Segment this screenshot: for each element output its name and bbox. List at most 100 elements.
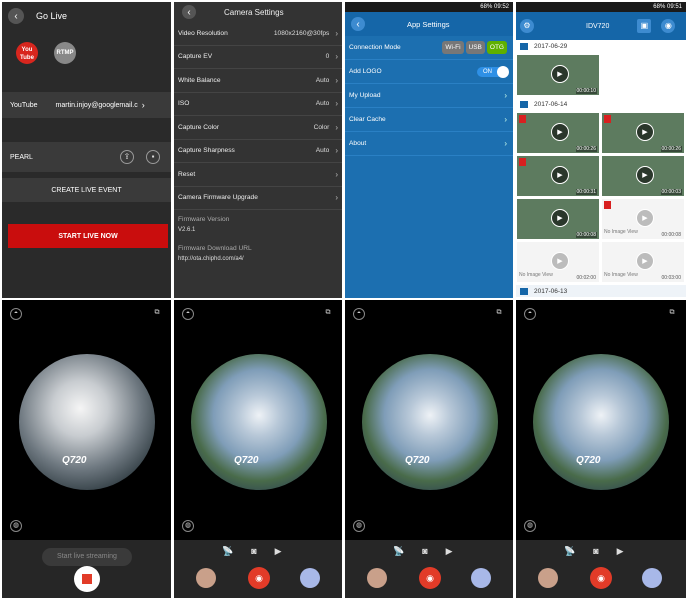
spherical-preview[interactable] [191, 354, 327, 490]
globe-icon[interactable]: ◍ [182, 520, 194, 532]
setting-row[interactable]: Capture EV 0 › [174, 46, 342, 69]
video-thumbnail[interactable]: ▶ 00:00:08 [516, 198, 600, 240]
share-icon[interactable]: ⇪ [120, 150, 134, 164]
shutter-button[interactable]: ◉ [248, 567, 270, 589]
my-upload-row[interactable]: My Upload › [345, 84, 513, 108]
video-thumbnail[interactable]: ▶ 00:00:10 [516, 54, 600, 96]
start-live-now-button[interactable]: START LIVE NOW [8, 224, 168, 248]
rtmp-icon[interactable]: RTMP [54, 42, 76, 64]
view-mode-icon[interactable]: ◓ [10, 308, 22, 320]
effects-button[interactable] [300, 568, 320, 588]
video-mode-icon[interactable]: ▶ [275, 546, 282, 557]
create-live-event-button[interactable]: CREATE LIVE EVENT [2, 178, 171, 202]
duration: 00:00:26 [660, 146, 682, 152]
video-thumbnail[interactable]: ▶ 00:00:03 [601, 155, 685, 197]
setting-value: 1080x2160@30fps [273, 29, 330, 37]
view-mode-icon[interactable]: ◓ [182, 308, 194, 320]
play-icon[interactable]: ▶ [636, 123, 654, 141]
setting-row[interactable]: White Balance Auto › [174, 69, 342, 93]
live-mode-icon[interactable]: 📡 [564, 546, 575, 557]
live-mode-icon[interactable]: 📡 [222, 546, 233, 557]
firmware-url[interactable]: http://ota.chiphd.com/a4/ [174, 254, 342, 268]
vr-icon[interactable]: ⧉ [322, 308, 334, 320]
video-thumbnail[interactable]: ▶ No Image View 00:02:00 [516, 241, 600, 283]
play-icon[interactable]: ▶ [636, 252, 654, 270]
about-row[interactable]: About › [345, 132, 513, 156]
settings-gear-icon[interactable]: ⚙ [520, 19, 534, 33]
about-label: About [349, 140, 367, 147]
shutter-button[interactable]: ◉ [590, 567, 612, 589]
video-thumbnail[interactable]: ▶ 00:00:26 [601, 112, 685, 154]
play-icon[interactable]: ▶ [551, 65, 569, 83]
firmware-version: V2.6.1 [178, 227, 196, 233]
shutter-button[interactable]: ◉ [419, 567, 441, 589]
play-icon[interactable]: ▶ [636, 166, 654, 184]
no-image-text: No Image View [604, 229, 638, 235]
youtube-label: YouTube [10, 101, 38, 109]
last-capture-thumbnail[interactable] [196, 568, 216, 588]
back-icon[interactable]: ‹ [351, 17, 365, 31]
bookmark-icon [604, 115, 611, 123]
photo-mode-icon[interactable]: ◙ [422, 546, 427, 557]
video-mode-icon[interactable]: ▶ [446, 546, 453, 557]
video-mode-icon[interactable]: ▶ [617, 546, 624, 557]
vr-icon[interactable]: ⧉ [493, 308, 505, 320]
clear-cache-row[interactable]: Clear Cache › [345, 108, 513, 132]
reset-row[interactable]: Reset › [174, 163, 342, 187]
play-icon[interactable]: ▶ [636, 209, 654, 227]
usb-mode-button[interactable]: USB [465, 41, 485, 54]
back-icon[interactable]: ‹ [8, 8, 24, 24]
video-thumbnail[interactable]: ▶ No Image View 00:00:08 [601, 198, 685, 240]
spherical-preview[interactable] [362, 354, 498, 490]
chevron-right-icon: › [335, 122, 338, 132]
add-logo-toggle[interactable]: ON [477, 65, 509, 78]
play-icon[interactable]: ▶ [551, 123, 569, 141]
record-button[interactable] [74, 566, 100, 592]
chevron-right-icon: › [335, 99, 338, 109]
firmware-upgrade-row[interactable]: Camera Firmware Upgrade › [174, 187, 342, 210]
setting-label: ISO [178, 100, 190, 108]
photo-mode-icon[interactable]: ◙ [251, 546, 256, 557]
lock-icon[interactable]: ▪ [146, 150, 160, 164]
globe-icon[interactable]: ◍ [524, 520, 536, 532]
video-thumbnail[interactable]: ▶ 00:00:26 [516, 112, 600, 154]
spherical-preview[interactable] [19, 354, 155, 490]
setting-row[interactable]: Video Resolution 1080x2160@30fps › [174, 22, 342, 46]
wifi-mode-button[interactable]: Wi-Fi [442, 41, 464, 54]
calendar-icon [520, 42, 528, 50]
setting-row[interactable]: Capture Color Color › [174, 116, 342, 140]
setting-row[interactable]: Capture Sharpness Auto › [174, 140, 342, 163]
last-capture-thumbnail[interactable] [538, 568, 558, 588]
view-mode-icon[interactable]: ◓ [353, 308, 365, 320]
view-mode-icon[interactable]: ◓ [524, 308, 536, 320]
globe-icon[interactable]: ◍ [353, 520, 365, 532]
otg-mode-button[interactable]: OTG [486, 41, 507, 54]
camera-icon[interactable]: ◉ [661, 19, 676, 33]
vr-icon[interactable]: ⧉ [666, 308, 678, 320]
effects-button[interactable] [471, 568, 491, 588]
status-time: 09:52 [493, 4, 509, 10]
photo-mode-icon[interactable]: ◙ [593, 546, 598, 557]
start-streaming-button[interactable]: Start live streaming [42, 548, 132, 566]
setting-label: Camera Firmware Upgrade [178, 194, 258, 202]
setting-row[interactable]: ISO Auto › [174, 93, 342, 116]
image-icon[interactable]: ▣ [637, 19, 652, 33]
globe-icon[interactable]: ◍ [10, 520, 22, 532]
youtube-account-row[interactable]: YouTube martin.injoy@googlemail.c › [2, 92, 171, 118]
play-icon[interactable]: ▶ [551, 166, 569, 184]
play-icon[interactable]: ▶ [551, 252, 569, 270]
vr-icon[interactable]: ⧉ [151, 308, 163, 320]
duration: 00:03:00 [661, 275, 681, 281]
video-thumbnail[interactable]: ▶ 00:00:31 [516, 155, 600, 197]
back-icon[interactable]: ‹ [182, 5, 196, 19]
effects-button[interactable] [642, 568, 662, 588]
firmware-version-label: Firmware Version [178, 216, 230, 223]
play-icon[interactable]: ▶ [551, 209, 569, 227]
live-mode-icon[interactable]: 📡 [393, 546, 404, 557]
chevron-right-icon: › [335, 146, 338, 156]
youtube-icon[interactable]: You Tube [16, 42, 38, 64]
spherical-preview[interactable] [533, 354, 669, 490]
video-thumbnail[interactable]: ▶ No Image View 00:03:00 [601, 241, 685, 283]
setting-label: Video Resolution [178, 29, 228, 37]
last-capture-thumbnail[interactable] [367, 568, 387, 588]
